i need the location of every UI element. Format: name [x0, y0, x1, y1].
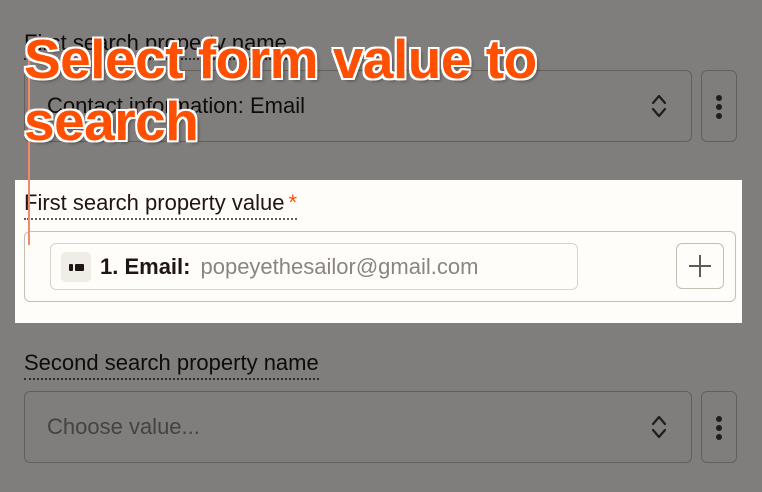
- callout-annotation: Select form value to search: [24, 28, 537, 152]
- highlight-region: [15, 180, 742, 323]
- dim-overlay-right: [742, 180, 762, 323]
- dim-overlay-left: [0, 180, 15, 323]
- dim-overlay-bottom: [0, 323, 762, 492]
